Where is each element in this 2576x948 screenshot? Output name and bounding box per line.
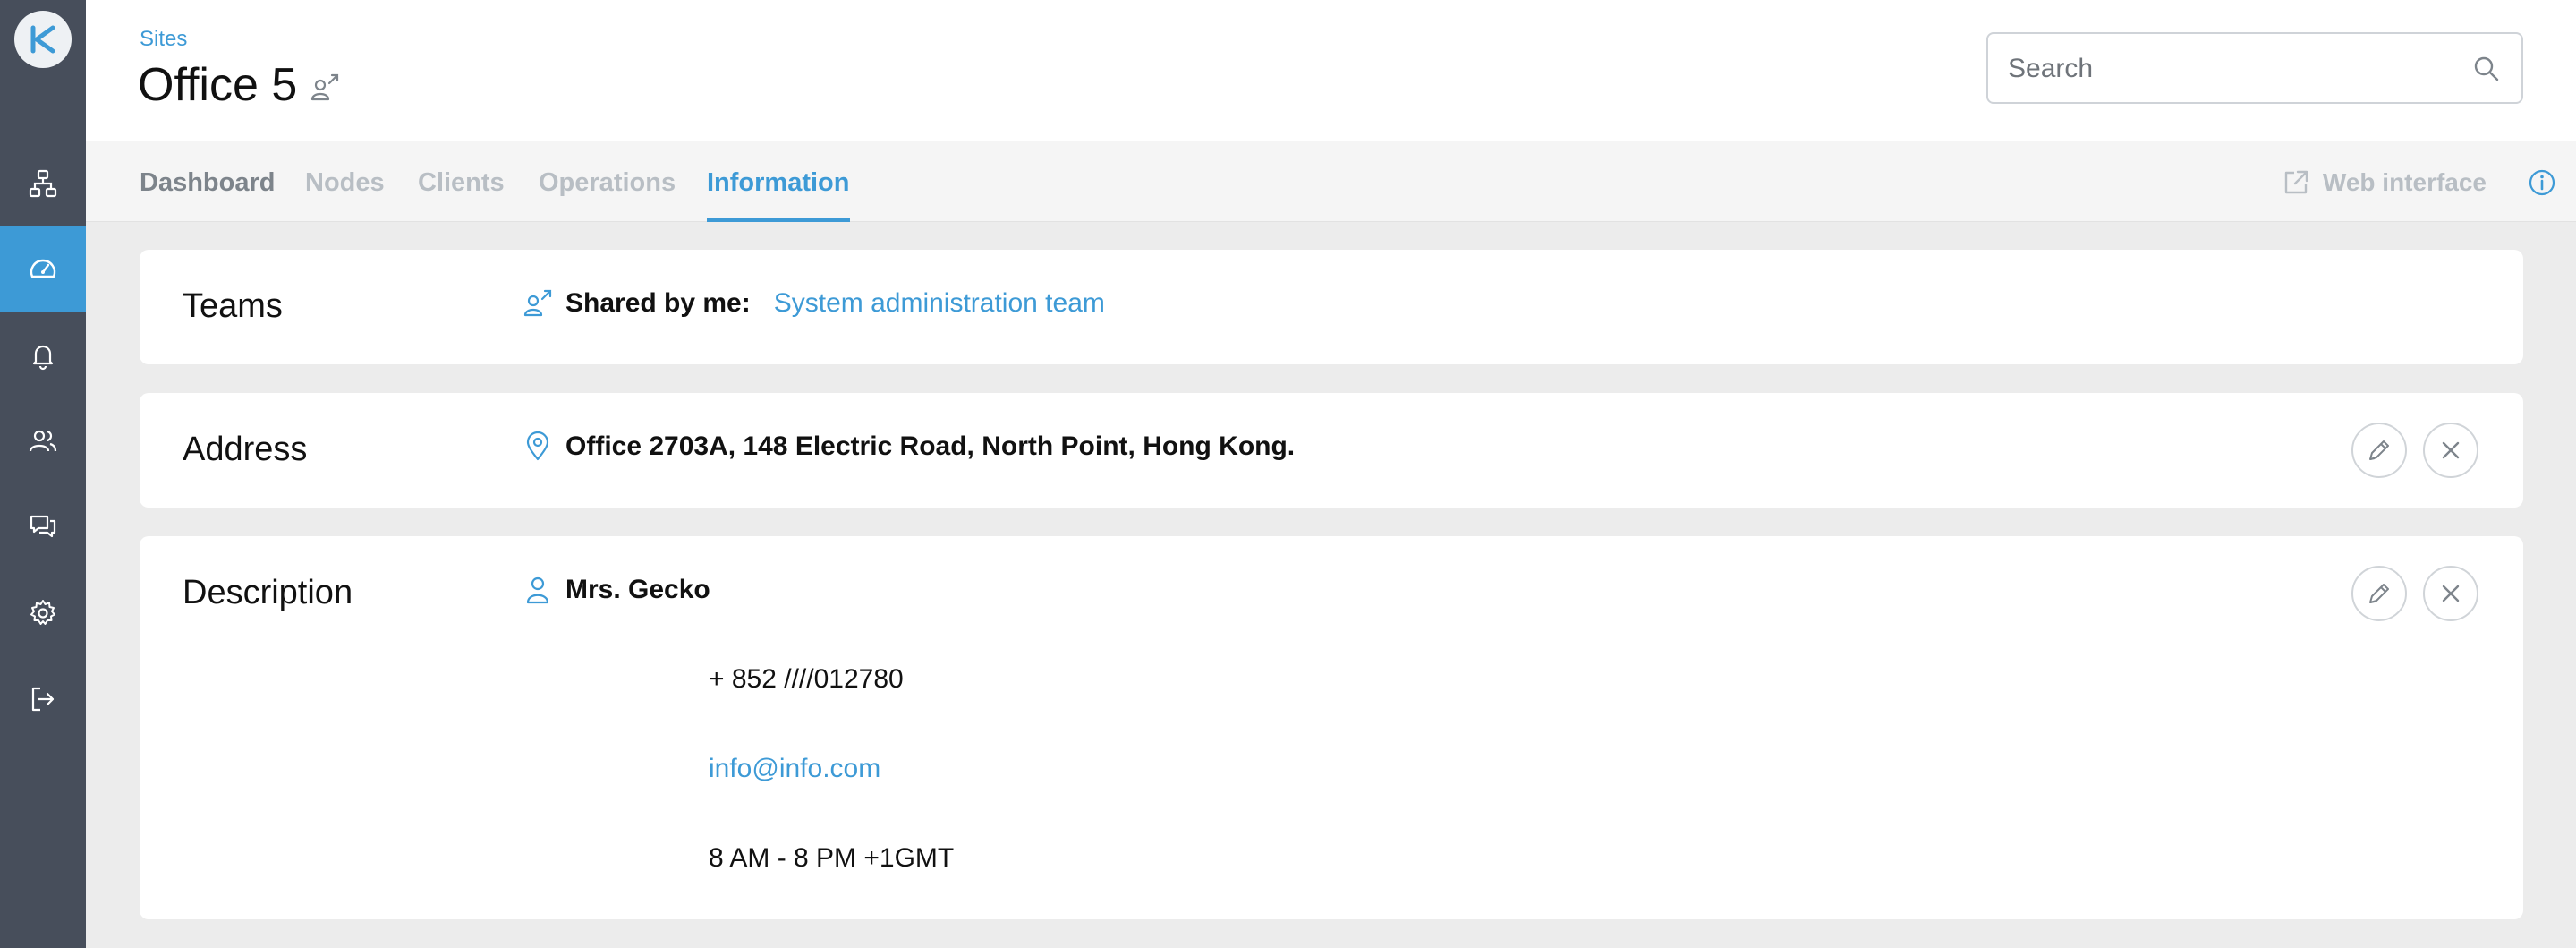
contact-name: Mrs. Gecko xyxy=(565,575,710,604)
nav-notifications[interactable] xyxy=(0,312,86,398)
search-box xyxy=(1986,32,2523,104)
nav-users[interactable] xyxy=(0,398,86,484)
pencil-icon xyxy=(2369,584,2389,603)
close-icon xyxy=(2442,441,2460,459)
description-title: Description xyxy=(183,574,353,611)
address-title: Address xyxy=(183,431,308,468)
tab-clients[interactable]: Clients xyxy=(418,168,505,222)
logout-icon xyxy=(31,687,55,712)
person-icon xyxy=(523,575,558,605)
gear-icon xyxy=(30,600,55,625)
nav-network[interactable] xyxy=(0,141,86,226)
network-icon xyxy=(29,169,57,198)
teams-row: Shared by me: System administration team xyxy=(523,288,1105,319)
breadcrumb-sites[interactable]: Sites xyxy=(140,27,187,52)
edit-address-button[interactable] xyxy=(2351,423,2407,478)
tab-nodes[interactable]: Nodes xyxy=(305,168,385,222)
web-interface-label: Web interface xyxy=(2322,168,2487,196)
contact-email-link[interactable]: info@info.com xyxy=(709,754,880,784)
nav-dashboard[interactable] xyxy=(0,226,86,312)
location-pin-icon xyxy=(523,431,558,462)
remove-address-button[interactable] xyxy=(2423,423,2478,478)
shared-user-icon xyxy=(523,288,558,319)
external-link-icon xyxy=(2284,170,2308,194)
shared-user-icon xyxy=(310,61,340,115)
dashboard-gauge-icon xyxy=(30,259,56,278)
contact-phone: + 852 ////012780 xyxy=(709,664,904,695)
chat-icon xyxy=(30,515,56,538)
app-logo[interactable] xyxy=(14,11,72,68)
nav-settings[interactable] xyxy=(0,570,86,656)
contact-phone-text: + 852 ////012780 xyxy=(709,664,904,694)
tab-operations[interactable]: Operations xyxy=(539,168,676,222)
sidebar xyxy=(0,0,86,948)
page-title-text: Office 5 xyxy=(138,59,298,111)
teams-title: Teams xyxy=(183,287,283,325)
tab-dashboard[interactable]: Dashboard xyxy=(140,168,275,222)
description-card: Description Mrs. Gecko + 852 ////012780 … xyxy=(140,536,2523,919)
tab-information[interactable]: Information xyxy=(707,168,850,222)
shared-by-me-label: Shared by me: xyxy=(565,288,751,318)
close-icon xyxy=(2442,585,2460,602)
contact-name-row: Mrs. Gecko xyxy=(523,575,710,605)
web-interface-link[interactable]: Web interface xyxy=(2282,168,2487,197)
nav-logout[interactable] xyxy=(0,656,86,742)
search-input[interactable] xyxy=(2008,52,2455,86)
address-text: Office 2703A, 148 Electric Road, North P… xyxy=(565,431,1296,461)
team-link[interactable]: System administration team xyxy=(774,288,1105,319)
teams-card: Teams Shared by me: System administratio… xyxy=(140,250,2523,364)
remove-description-button[interactable] xyxy=(2423,566,2478,621)
info-icon[interactable] xyxy=(2528,168,2556,201)
address-card: Address Office 2703A, 148 Electric Road,… xyxy=(140,393,2523,508)
tab-bar: Dashboard Nodes Clients Operations Infor… xyxy=(86,141,2576,222)
contact-hours-text: 8 AM - 8 PM +1GMT xyxy=(709,843,955,873)
address-row: Office 2703A, 148 Electric Road, North P… xyxy=(523,431,1295,462)
page-header: Sites Office 5 xyxy=(86,0,2576,141)
edit-description-button[interactable] xyxy=(2351,566,2407,621)
bell-icon xyxy=(32,345,54,371)
contact-email: info@info.com xyxy=(709,754,880,784)
page-title: Office 5 xyxy=(138,56,340,115)
contact-hours: 8 AM - 8 PM +1GMT xyxy=(709,843,954,874)
logo-k-icon xyxy=(30,25,55,54)
users-icon xyxy=(29,430,57,452)
search-icon[interactable] xyxy=(2471,54,2502,89)
pencil-icon xyxy=(2369,440,2389,460)
nav-messages[interactable] xyxy=(0,484,86,570)
